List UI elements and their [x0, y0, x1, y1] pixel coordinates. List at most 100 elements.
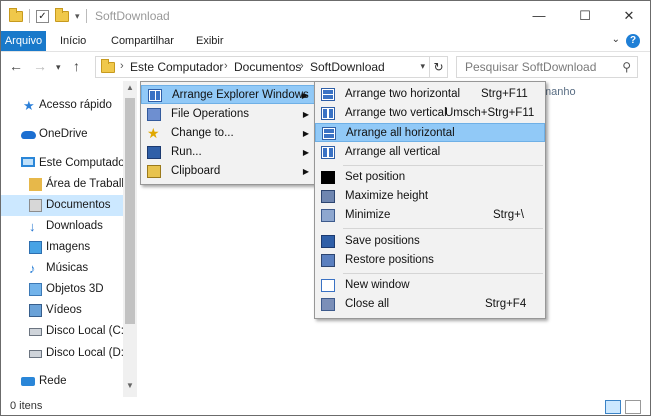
- address-bar[interactable]: › Este Computador › Documentos › SoftDow…: [95, 56, 448, 78]
- refresh-icon[interactable]: ↻: [429, 57, 447, 77]
- menu-item-file-operations[interactable]: File Operations ▶: [141, 105, 315, 124]
- menu-item-restore-positions[interactable]: Restore positions: [315, 251, 545, 270]
- menu-item-arrange-all-vertical[interactable]: Arrange all vertical: [315, 143, 545, 162]
- quick-access-toolbar: ✓ ▾: [9, 7, 87, 23]
- menu-item-maximize-height[interactable]: Maximize height: [315, 187, 545, 206]
- close-button[interactable]: ✕: [607, 1, 650, 31]
- large-icons-view-icon[interactable]: [625, 400, 641, 414]
- disk-icon: [29, 328, 42, 336]
- scroll-down-icon[interactable]: ▼: [123, 381, 137, 390]
- back-arrow-icon[interactable]: ←: [9, 58, 23, 74]
- breadcrumb-documentos[interactable]: Documentos: [234, 60, 301, 74]
- new-folder-icon[interactable]: [55, 7, 69, 22]
- menu-item-label: Arrange two horizontal: [345, 88, 461, 100]
- help-icon[interactable]: ?: [626, 34, 640, 48]
- nav-item-label: Disco Local (C:): [46, 325, 123, 337]
- search-icon: ⚲: [622, 60, 631, 74]
- menu-item-new-window[interactable]: New window: [315, 276, 545, 295]
- details-view-icon[interactable]: [605, 400, 621, 414]
- nav-item-disco-c[interactable]: Disco Local (C:): [1, 321, 123, 342]
- submenu-arrow-icon: ▶: [302, 167, 309, 176]
- submenu-arrow-icon: ▶: [302, 148, 309, 157]
- menu-item-label: Save positions: [345, 235, 420, 247]
- nav-item-videos[interactable]: Vídeos: [1, 300, 123, 321]
- folder-icon: [101, 59, 115, 73]
- cloud-icon: [21, 131, 36, 139]
- search-input[interactable]: Pesquisar SoftDownload ⚲: [456, 56, 638, 78]
- nav-item-disco-d[interactable]: Disco Local (D:): [1, 343, 123, 364]
- nav-item-objetos-3d[interactable]: Objetos 3D: [1, 279, 123, 300]
- scroll-up-icon[interactable]: ▲: [123, 83, 137, 92]
- menu-item-arrange-all-horizontal[interactable]: Arrange all horizontal: [315, 123, 545, 142]
- forward-arrow-icon[interactable]: →: [33, 58, 47, 74]
- properties-check-icon[interactable]: ✓: [36, 9, 49, 23]
- nav-item-rede[interactable]: Rede: [1, 371, 123, 392]
- set-position-icon: [321, 171, 335, 184]
- column-header-size[interactable]: manho: [542, 86, 576, 98]
- chevron-down-icon[interactable]: ⌄: [612, 34, 620, 45]
- breadcrumb-separator-icon[interactable]: ›: [224, 60, 228, 72]
- menu-item-label: Run...: [171, 146, 202, 158]
- submenu-arrow-icon: ▶: [302, 129, 309, 138]
- folder-icon: [9, 7, 23, 22]
- tab-arquivo[interactable]: Arquivo: [1, 31, 46, 51]
- nav-item-label: Este Computador: [39, 157, 123, 169]
- menu-item-label: New window: [345, 279, 410, 291]
- nav-item-label: Acesso rápido: [39, 99, 112, 111]
- arrange-vertical-icon: [321, 107, 335, 120]
- menu-item-label: Arrange Explorer Windows: [172, 89, 309, 101]
- ribbon-tabs: Arquivo Início Compartilhar Exibir ⌄ ?: [1, 31, 650, 51]
- recent-dropdown-icon[interactable]: ▾: [56, 62, 61, 73]
- minimize-button[interactable]: —: [517, 1, 561, 31]
- tab-compartilhar[interactable]: Compartilhar: [111, 31, 174, 51]
- menu-separator: [343, 165, 543, 166]
- tab-inicio[interactable]: Início: [60, 31, 86, 51]
- address-dropdown-icon[interactable]: ▾: [420, 61, 425, 72]
- toolbar-divider: [85, 9, 87, 23]
- menu-item-set-position[interactable]: Set position: [315, 168, 545, 187]
- videos-icon: [29, 304, 42, 317]
- submenu-arrow-icon: ▶: [302, 110, 309, 119]
- objects-3d-icon: [29, 283, 42, 296]
- menu-item-run[interactable]: Run... ▶: [141, 143, 315, 162]
- menu-item-save-positions[interactable]: Save positions: [315, 232, 545, 251]
- nav-scrollbar[interactable]: ▲ ▼: [123, 81, 137, 397]
- breadcrumb-este-computador[interactable]: Este Computador: [130, 60, 223, 74]
- breadcrumb-softdownload[interactable]: SoftDownload: [310, 60, 385, 74]
- breadcrumb-separator-icon[interactable]: ›: [120, 60, 124, 72]
- menu-item-minimize[interactable]: Minimize Strg+\: [315, 206, 545, 225]
- nav-item-musicas[interactable]: ♪ Músicas: [1, 258, 123, 279]
- toolbar-divider: [29, 9, 30, 23]
- chevron-down-icon[interactable]: ▾: [75, 11, 80, 22]
- menu-item-arrange-two-horizontal[interactable]: Arrange two horizontal Strg+F11: [315, 85, 545, 104]
- nav-item-label: Downloads: [46, 220, 103, 232]
- nav-item-onedrive[interactable]: OneDrive: [1, 124, 123, 145]
- menu-item-label: Set position: [345, 171, 406, 183]
- menu-separator: [343, 273, 543, 274]
- breadcrumb-separator-icon[interactable]: ›: [300, 60, 304, 72]
- up-arrow-icon[interactable]: ↑: [73, 58, 80, 74]
- nav-item-label: Vídeos: [46, 304, 82, 316]
- menu-item-arrange-explorer-windows[interactable]: Arrange Explorer Windows ▶: [141, 85, 315, 104]
- nav-item-area-de-trabalho[interactable]: Área de Trabalho: [1, 174, 123, 195]
- menu-item-label: Change to...: [171, 127, 234, 139]
- nav-item-imagens[interactable]: Imagens: [1, 237, 123, 258]
- menu-item-close-all[interactable]: Close all Strg+F4: [315, 295, 545, 314]
- menu-item-shortcut: Strg+F11: [481, 88, 528, 100]
- nav-item-este-computador[interactable]: Este Computador: [1, 153, 123, 174]
- menu-item-shortcut: Strg+F4: [485, 298, 527, 310]
- arrange-horizontal-icon: [321, 88, 335, 101]
- nav-item-downloads[interactable]: ↓ Downloads: [1, 216, 123, 237]
- scrollbar-thumb[interactable]: [125, 98, 135, 324]
- menu-item-clipboard[interactable]: Clipboard ▶: [141, 162, 315, 181]
- tab-exibir[interactable]: Exibir: [196, 31, 224, 51]
- clipboard-icon: [147, 165, 161, 178]
- maximize-button[interactable]: ☐: [563, 1, 607, 31]
- nav-item-documentos[interactable]: Documentos: [1, 195, 123, 216]
- menu-item-change-to[interactable]: ★ Change to... ▶: [141, 124, 315, 143]
- menu-separator: [343, 228, 543, 229]
- nav-item-label: Área de Trabalho: [46, 178, 123, 190]
- nav-item-acesso-rapido[interactable]: ★ Acesso rápido: [1, 95, 123, 116]
- menu-item-shortcut: Umsch+Strg+F11: [445, 107, 535, 119]
- menu-item-arrange-two-vertical[interactable]: Arrange two vertical Umsch+Strg+F11: [315, 104, 545, 123]
